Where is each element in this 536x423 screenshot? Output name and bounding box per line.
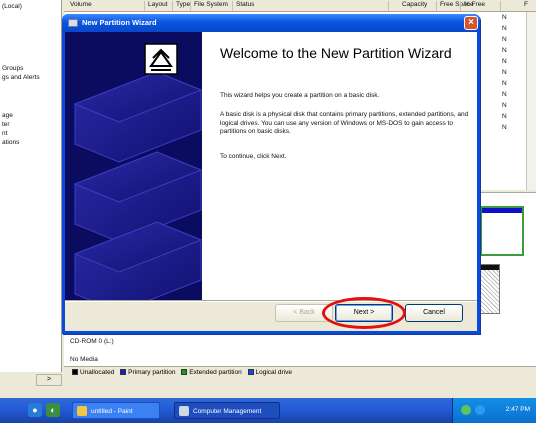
tree-item[interactable]: ter [2, 121, 10, 128]
computer-management-icon [179, 406, 189, 416]
unallocated-swatch [72, 369, 78, 375]
network-icon[interactable] [461, 405, 471, 415]
tree-item[interactable]: ations [2, 139, 19, 146]
taskbar: ● ◐ untitled - Paint Computer Management… [0, 398, 536, 423]
column-header-layout[interactable]: Layout [148, 1, 168, 8]
tree-item[interactable]: age [2, 112, 13, 119]
paint-icon [77, 406, 87, 416]
wizard-side-banner [65, 32, 202, 300]
new-partition-wizard-dialog: New Partition Wizard × Welcome to the Ne… [62, 14, 480, 334]
tree-item[interactable]: nt [2, 130, 7, 137]
wizard-heading: Welcome to the New Partition Wizard [220, 45, 452, 61]
column-header-file-system[interactable]: File System [194, 1, 228, 8]
wizard-icon [144, 43, 178, 75]
partition-legend: Unallocated Primary partition Extended p… [64, 366, 536, 378]
wizard-title-bar[interactable]: New Partition Wizard × [62, 14, 480, 32]
volume-list-scrollbar[interactable] [526, 12, 536, 190]
column-header-status[interactable]: Status [236, 1, 254, 8]
taskbar-paint-label: untitled - Paint [91, 408, 133, 415]
console-tree: (Local) Groups gs and Alerts age ter nt … [0, 0, 62, 372]
cdrom-label: CD-ROM 0 (L:) [70, 338, 114, 345]
taskbar-paint-button[interactable]: untitled - Paint [72, 402, 160, 419]
logical-swatch [247, 369, 254, 375]
wizard-title: New Partition Wizard [82, 18, 157, 27]
legend-primary: Primary partition [128, 369, 176, 376]
primary-swatch [120, 369, 127, 375]
legend-logical: Logical drive [255, 369, 293, 376]
column-header-volume[interactable]: Volume [70, 1, 92, 8]
wizard-content: Welcome to the New Partition Wizard This… [202, 32, 477, 300]
disk-icon [68, 19, 78, 27]
quick-launch-browser-icon[interactable]: ◐ [46, 403, 60, 417]
column-header-capacity[interactable]: Capacity [402, 1, 427, 8]
security-icon[interactable] [475, 405, 485, 415]
button-separator [65, 300, 477, 302]
clock[interactable]: 2:47 PM [506, 406, 530, 413]
legend-unallocated: Unallocated [80, 369, 115, 376]
taskbar-computer-management-label: Computer Management [193, 408, 262, 415]
tree-item[interactable]: gs and Alerts [2, 74, 40, 81]
column-header-type[interactable]: Type [176, 1, 190, 8]
column-header-fault[interactable]: F [524, 1, 528, 8]
extended-swatch [181, 369, 188, 375]
legend-extended: Extended partition [189, 369, 242, 376]
volume-list-header: Volume Layout Type File System Status Ca… [64, 0, 536, 12]
tree-item[interactable]: (Local) [2, 3, 22, 10]
system-tray: 2:47 PM [452, 398, 536, 423]
taskbar-computer-management-button[interactable]: Computer Management [174, 402, 280, 419]
unallocated-partition-block[interactable] [480, 264, 500, 314]
wizard-intro-text: This wizard helps you create a partition… [220, 92, 380, 99]
wizard-continue-text: To continue, click Next. [220, 153, 287, 160]
tree-item[interactable]: Groups [2, 65, 23, 72]
column-header-percent-free[interactable]: % Free [464, 1, 485, 8]
quick-launch-icon[interactable]: ● [28, 403, 42, 417]
next-button-highlight-annotation [322, 297, 406, 329]
cancel-button[interactable]: Cancel [405, 304, 463, 322]
close-button[interactable]: × [464, 16, 478, 30]
stacked-disks-illustration [65, 32, 202, 300]
tree-scroll-right-button[interactable]: > [36, 374, 62, 386]
cdrom-status: No Media [70, 356, 98, 363]
wizard-description-text: A basic disk is a physical disk that con… [220, 111, 469, 135]
primary-partition-block[interactable] [480, 206, 524, 256]
